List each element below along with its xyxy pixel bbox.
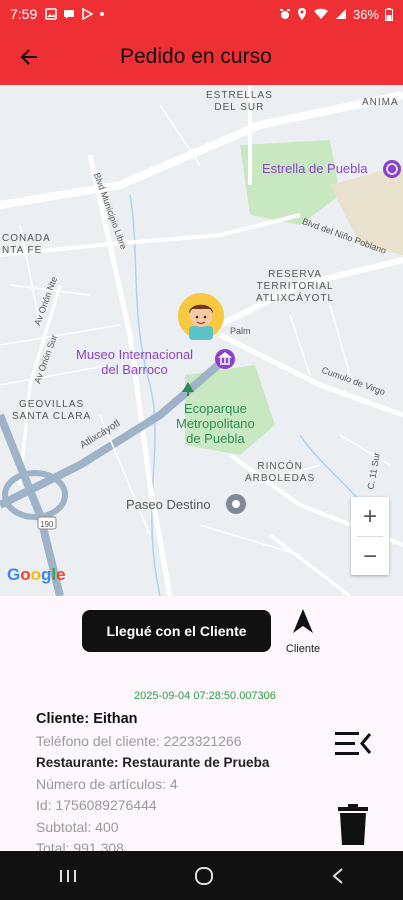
zoom-out-button[interactable]: − bbox=[351, 537, 389, 576]
recents-icon[interactable] bbox=[59, 868, 77, 884]
location-icon bbox=[297, 8, 306, 20]
map-label-reserva: RESERVA TERRITORIAL ATLIXCÁYOTL bbox=[256, 269, 335, 304]
google-logo: Google bbox=[7, 565, 66, 584]
items-count: Número de artículos: 4 bbox=[36, 775, 178, 792]
client-name: Cliente: Eithan bbox=[36, 711, 138, 727]
map-label-anima: ANIMA bbox=[362, 97, 399, 108]
shopping-pin-icon[interactable] bbox=[225, 493, 247, 515]
park-area bbox=[240, 140, 340, 225]
river-line bbox=[129, 194, 161, 596]
status-right: 36% bbox=[279, 7, 393, 22]
zoom-in-button[interactable]: + bbox=[351, 497, 389, 536]
page-title: Pedido en curso bbox=[120, 44, 272, 68]
play-icon bbox=[82, 8, 94, 20]
home-icon[interactable] bbox=[194, 866, 214, 886]
map-label-plazo: Palm bbox=[230, 326, 251, 336]
status-bar: 7:59 36% bbox=[0, 0, 403, 28]
system-nav-bar bbox=[0, 851, 403, 900]
route-190-label: 190 bbox=[40, 520, 54, 529]
poi-ecoparque-label[interactable]: Ecoparque Metropolitano de Puebla bbox=[176, 401, 255, 446]
arrived-with-client-button[interactable]: Llegué con el Cliente bbox=[82, 610, 271, 652]
restaurant-name: Restaurante: Restaurante de Prueba bbox=[36, 755, 270, 770]
navigation-arrow-icon bbox=[293, 609, 313, 633]
poi-museo-label[interactable]: Museo Internacional del Barroco bbox=[76, 347, 193, 377]
map-label-rincon: RINCÓN ARBOLEDAS bbox=[245, 461, 316, 484]
road bbox=[269, 533, 351, 596]
map-view[interactable]: ESTRELLAS DEL SUR ANIMA CONADA NTA FE RE… bbox=[0, 85, 403, 596]
client-phone: Teléfono del cliente: 2223321266 bbox=[36, 732, 242, 749]
poi-estrella-label[interactable]: Estrella de Puebla bbox=[262, 161, 368, 176]
map-label-conada: CONADA NTA FE bbox=[2, 233, 51, 256]
battery-icon bbox=[385, 7, 393, 21]
alarm-icon bbox=[279, 9, 290, 19]
trash-icon[interactable] bbox=[336, 804, 370, 846]
signal-icon bbox=[335, 9, 346, 19]
map-label-estrellas: ESTRELLAS DEL SUR bbox=[206, 90, 273, 113]
battery-percent: 36% bbox=[352, 6, 379, 22]
order-details: Cliente: Eithan Teléfono del cliente: 22… bbox=[36, 709, 269, 860]
order-id: Id: 1756089276444 bbox=[36, 797, 157, 813]
park-icon[interactable] bbox=[180, 381, 196, 397]
wifi-icon bbox=[313, 8, 328, 19]
arrow-left-icon bbox=[20, 48, 37, 65]
map-label-geovillas: GEOVILLAS SANTA CLARA bbox=[12, 399, 92, 422]
status-time: 7:59 bbox=[10, 6, 38, 22]
ferris-wheel-icon[interactable] bbox=[382, 159, 402, 179]
navigate-to-client-button[interactable]: Cliente bbox=[280, 608, 326, 655]
image-icon bbox=[45, 8, 57, 20]
message-icon bbox=[64, 10, 75, 19]
app-bar: Pedido en curso bbox=[0, 28, 403, 85]
dot-icon bbox=[100, 12, 105, 16]
driver-avatar-marker[interactable] bbox=[177, 292, 225, 340]
back-button[interactable] bbox=[0, 28, 60, 85]
poi-paseo-label[interactable]: Paseo Destino bbox=[126, 497, 211, 512]
back-chevron-icon[interactable] bbox=[331, 867, 345, 885]
order-subtotal: Subtotal: 400 bbox=[36, 818, 119, 835]
status-left-icons bbox=[45, 8, 105, 20]
order-list-icon[interactable] bbox=[333, 729, 373, 759]
museum-icon[interactable] bbox=[214, 348, 236, 370]
zoom-controls: + − bbox=[351, 497, 389, 575]
navigate-label: Cliente bbox=[285, 643, 321, 655]
order-timestamp: 2025-09-04 07:28:50.007306 bbox=[134, 690, 276, 702]
